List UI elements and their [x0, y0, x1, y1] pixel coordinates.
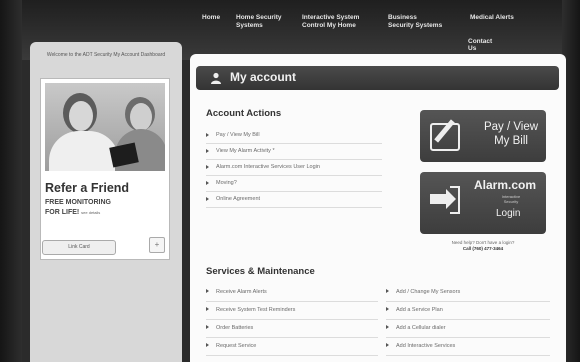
bullet-icon	[386, 307, 389, 311]
action-moving[interactable]: Moving?	[206, 176, 382, 192]
action-label: Moving?	[216, 180, 237, 186]
pay-view-bill-button[interactable]: Pay / View My Bill	[420, 110, 546, 162]
bullet-icon	[206, 343, 209, 347]
left-frame	[0, 0, 22, 362]
bullet-icon	[206, 133, 209, 137]
bullet-icon	[386, 343, 389, 347]
bullet-icon	[206, 149, 209, 153]
welcome-text: Welcome to the ADT Security My Account D…	[46, 52, 166, 58]
service-order-batteries[interactable]: Order Batteries	[206, 320, 378, 338]
service-label: Add a Cellular dialer	[396, 325, 446, 331]
promo-photo	[45, 83, 165, 171]
action-alarm-com-login[interactable]: Alarm.com Interactive Services User Logi…	[206, 160, 382, 176]
for-life-text: FOR LIFE! see details	[45, 209, 100, 216]
nav-home-security-systems[interactable]: Home Security Systems	[236, 14, 282, 30]
service-label: Receive System Test Reminders	[216, 307, 296, 313]
service-add-change-sensors[interactable]: Add / Change My Sensors	[386, 284, 550, 302]
action-label: Online Agreement	[216, 196, 261, 202]
alarm-login-label: Login	[496, 208, 521, 219]
bullet-icon	[206, 165, 209, 169]
nav-business-security[interactable]: Business Security Systems	[388, 14, 444, 30]
person-face	[130, 103, 152, 131]
link-card-button[interactable]: Link Card	[42, 240, 116, 255]
action-pay-view-bill[interactable]: Pay / View My Bill	[206, 128, 382, 144]
nav-interactive-system[interactable]: Interactive System Control My Home	[302, 14, 364, 30]
alarm-login-button[interactable]: Alarm.com Interactive Security Login	[420, 172, 546, 234]
service-add-cellular-dialer[interactable]: Add a Cellular dialer	[386, 320, 550, 338]
service-label: Add Interactive Services	[396, 343, 456, 349]
person-body	[49, 131, 119, 171]
bullet-icon	[386, 325, 389, 329]
nav-home[interactable]: Home	[202, 14, 224, 22]
action-label: View My Alarm Activity *	[216, 148, 275, 154]
bullet-icon	[206, 197, 209, 201]
services-right-column: Add / Change My Sensors Add a Service Pl…	[386, 284, 550, 356]
see-details-link[interactable]: see details	[81, 210, 100, 215]
page-title: My account	[230, 70, 297, 84]
nav-medical-alerts[interactable]: Medical Alerts	[470, 14, 526, 22]
service-label: Add a Service Plan	[396, 307, 443, 313]
services-left-column: Receive Alarm Alerts Receive System Test…	[206, 284, 378, 356]
bullet-icon	[206, 325, 209, 329]
login-arrow-icon	[430, 189, 456, 209]
alarm-brand: Alarm.com	[474, 178, 537, 192]
service-request-service[interactable]: Request Service	[206, 338, 378, 356]
main-panel: My account Account Actions Pay / View My…	[190, 54, 566, 362]
account-actions-list: Pay / View My Bill View My Alarm Activit…	[206, 128, 382, 208]
service-add-interactive[interactable]: Add Interactive Services	[386, 338, 550, 356]
account-actions-title: Account Actions	[206, 108, 282, 119]
bullet-icon	[206, 181, 209, 185]
service-receive-alarm-alerts[interactable]: Receive Alarm Alerts	[206, 284, 378, 302]
service-test-reminders[interactable]: Receive System Test Reminders	[206, 302, 378, 320]
action-label: Alarm.com Interactive Services User Logi…	[216, 164, 320, 170]
service-add-service-plan[interactable]: Add a Service Plan	[386, 302, 550, 320]
left-sidebar: Welcome to the ADT Security My Account D…	[30, 42, 182, 362]
refer-title: Refer a Friend	[45, 181, 130, 195]
help-phone[interactable]: Call (760) 477-3464	[463, 246, 503, 251]
free-monitoring-text: FREE MONITORING	[45, 199, 111, 206]
refer-friend-promo[interactable]: Refer a Friend FREE MONITORING FOR LIFE!…	[40, 78, 170, 260]
action-label: Pay / View My Bill	[216, 132, 260, 138]
bullet-icon	[206, 307, 209, 311]
action-online-agreement[interactable]: Online Agreement	[206, 192, 382, 208]
person-face	[69, 101, 93, 131]
nav-contact-us[interactable]: Contact Us	[468, 38, 492, 52]
help-text: Need help? Don't have a login? Call (760…	[424, 240, 542, 252]
services-title: Services & Maintenance	[206, 266, 315, 277]
expand-icon[interactable]: +	[149, 237, 165, 253]
for-life-label: FOR LIFE!	[45, 209, 80, 216]
service-label: Receive Alarm Alerts	[216, 289, 267, 295]
bullet-icon	[206, 289, 209, 293]
bullet-icon	[386, 289, 389, 293]
alarm-tagline: Interactive Security	[501, 194, 521, 204]
pay-button-label: Pay / View My Bill	[483, 121, 539, 147]
service-label: Request Service	[216, 343, 257, 349]
door-icon	[450, 186, 460, 214]
service-label: Add / Change My Sensors	[396, 289, 461, 295]
my-account-header: My account	[196, 66, 559, 90]
action-view-alarm-activity[interactable]: View My Alarm Activity *	[206, 144, 382, 160]
user-icon	[211, 72, 221, 84]
service-label: Order Batteries	[216, 325, 254, 331]
